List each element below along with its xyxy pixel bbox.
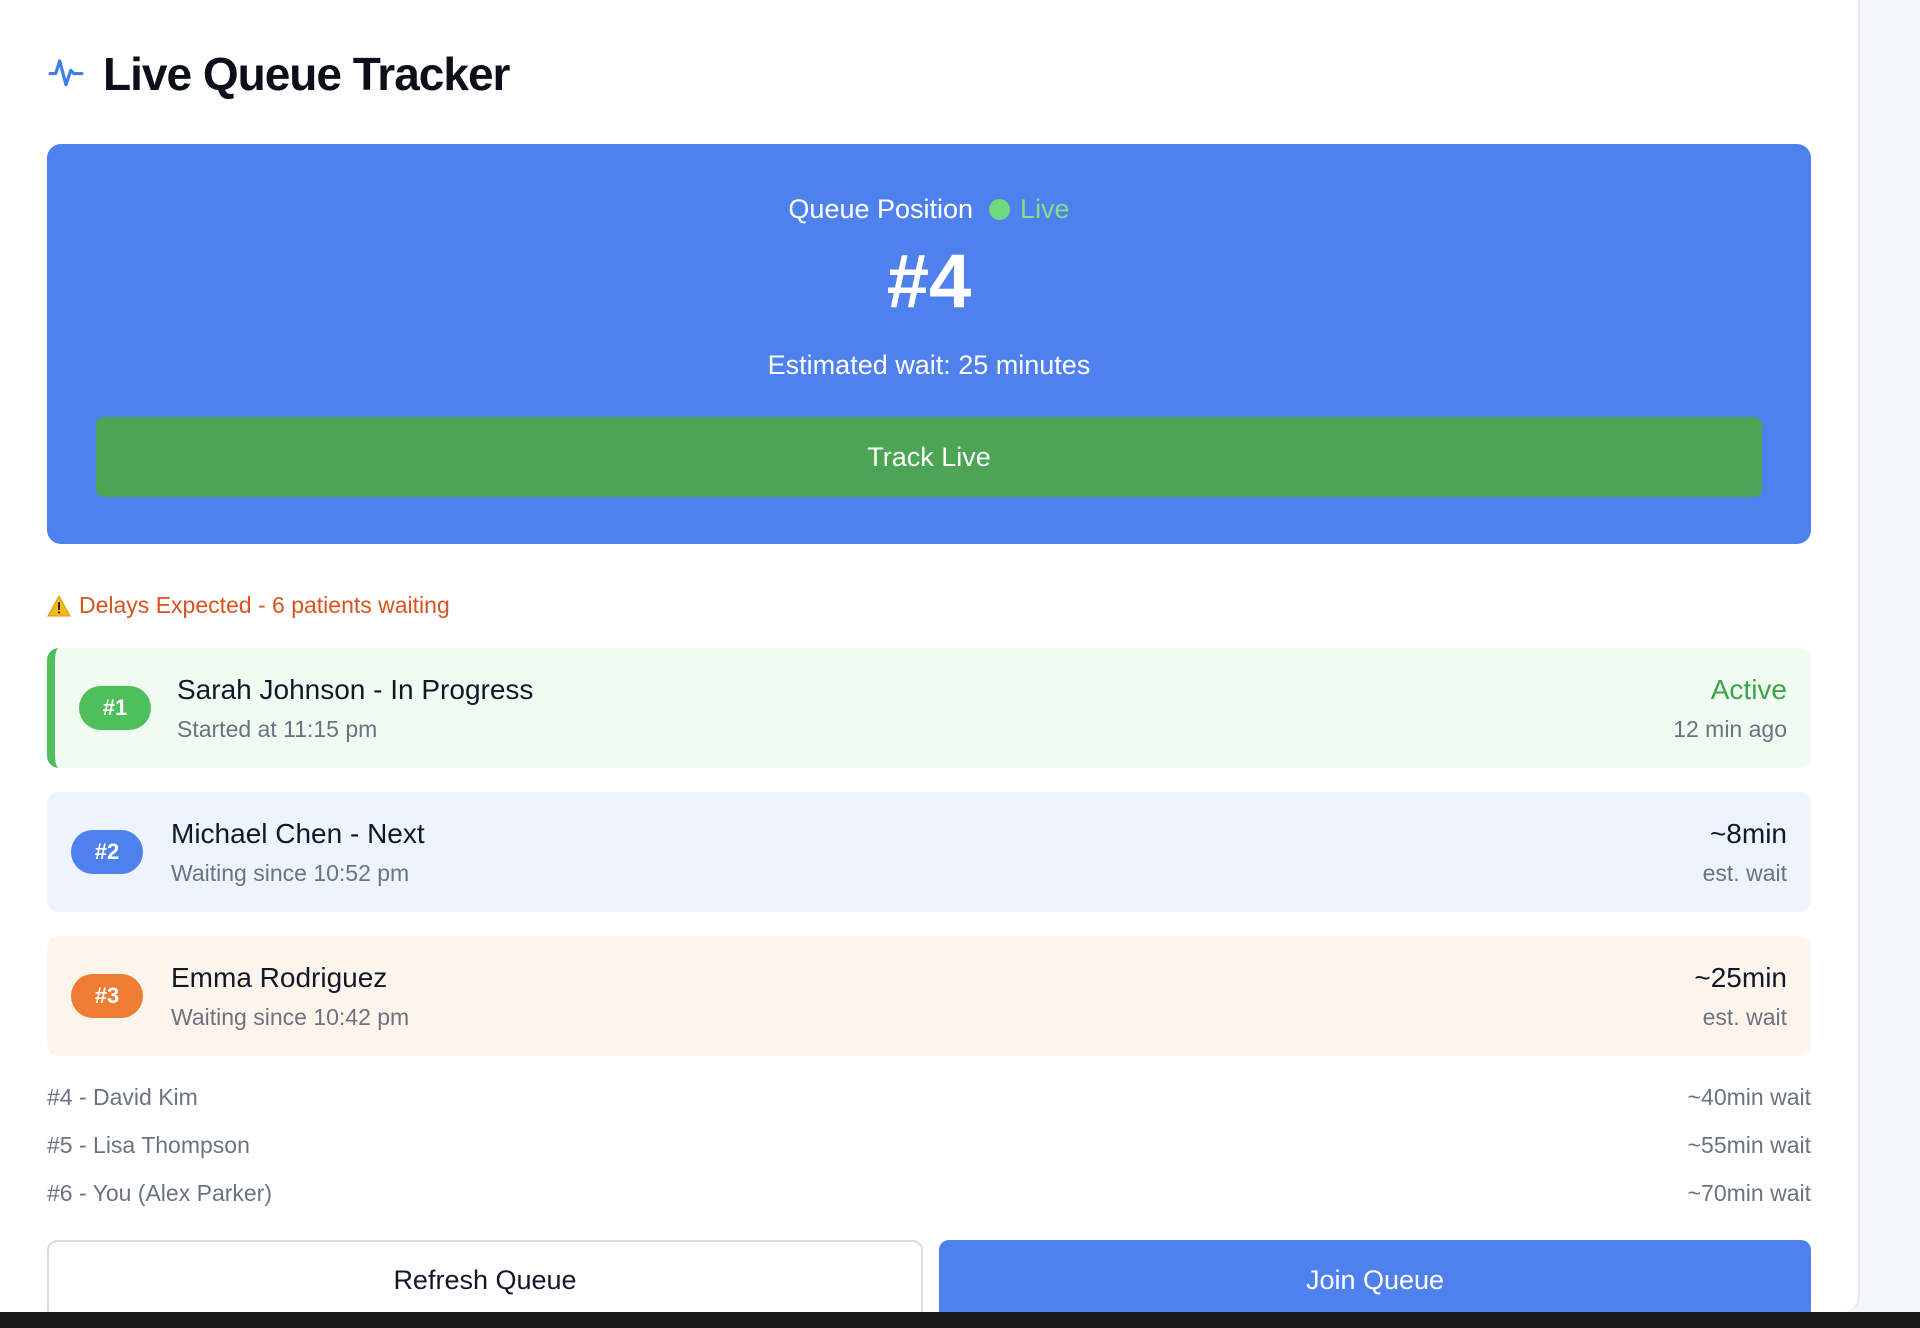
delay-alert: Delays Expected - 6 patients waiting — [47, 592, 450, 619]
estimated-wait: Estimated wait: 25 minutes — [767, 350, 1091, 380]
page-title: Live Queue Tracker — [103, 48, 510, 100]
queue-badge: #2 — [71, 830, 143, 874]
status-time: 12 min ago — [1673, 716, 1787, 742]
join-queue-button[interactable]: Join Queue — [939, 1240, 1811, 1312]
queue-item-wait: ~40min wait — [1687, 1084, 1811, 1110]
header: Live Queue Tracker — [47, 44, 510, 104]
live-label: Live — [1020, 194, 1070, 224]
wait-label: est. wait — [1702, 1004, 1787, 1030]
wait-estimate: ~25min — [1694, 962, 1787, 993]
queue-item-label: #6 - You (Alex Parker) — [47, 1180, 273, 1206]
patient-status-time: Started at 11:15 pm — [177, 716, 378, 742]
queue-position-label: Queue Position — [788, 194, 974, 224]
live-dot-icon — [989, 199, 1011, 220]
queue-row-waiting[interactable]: #3 Emma Rodriguez Waiting since 10:42 pm… — [47, 936, 1811, 1056]
queue-list-item: #5 - Lisa Thompson ~55min wait — [47, 1132, 1811, 1159]
queue-item-wait: ~55min wait — [1687, 1132, 1811, 1158]
queue-list-item: #6 - You (Alex Parker) ~70min wait — [47, 1180, 1811, 1207]
queue-item-wait: ~70min wait — [1687, 1180, 1811, 1206]
patient-status-time: Waiting since 10:42 pm — [171, 1004, 410, 1030]
wait-estimate: ~8min — [1709, 818, 1787, 849]
live-indicator: Live — [989, 194, 1070, 225]
queue-position-panel: Queue Position Live #4 Estimated wait: 2… — [47, 144, 1811, 544]
queue-badge: #1 — [79, 686, 151, 730]
patient-name: Sarah Johnson - In Progress — [177, 674, 534, 705]
queue-card: Live Queue Tracker Queue Position Live #… — [0, 0, 1860, 1312]
refresh-queue-button[interactable]: Refresh Queue — [47, 1240, 923, 1312]
delay-alert-text: Delays Expected - 6 patients waiting — [79, 592, 450, 618]
queue-item-label: #5 - Lisa Thompson — [47, 1132, 250, 1158]
queue-row-active[interactable]: #1 Sarah Johnson - In Progress Started a… — [47, 648, 1811, 768]
status-label: Active — [1710, 674, 1787, 705]
activity-pulse-icon — [47, 53, 85, 96]
queue-position-number: #4 — [886, 239, 972, 324]
queue-row-next[interactable]: #2 Michael Chen - Next Waiting since 10:… — [47, 792, 1811, 912]
track-live-button[interactable]: Track Live — [96, 417, 1762, 497]
warning-icon — [47, 594, 71, 616]
queue-badge: #3 — [71, 974, 143, 1018]
queue-list-item: #4 - David Kim ~40min wait — [47, 1084, 1811, 1111]
queue-item-label: #4 - David Kim — [47, 1084, 198, 1110]
patient-name: Michael Chen - Next — [171, 818, 425, 849]
window-bottom-edge — [0, 1312, 1920, 1328]
patient-name: Emma Rodriguez — [171, 962, 388, 993]
patient-status-time: Waiting since 10:52 pm — [171, 860, 410, 886]
wait-label: est. wait — [1702, 860, 1787, 886]
